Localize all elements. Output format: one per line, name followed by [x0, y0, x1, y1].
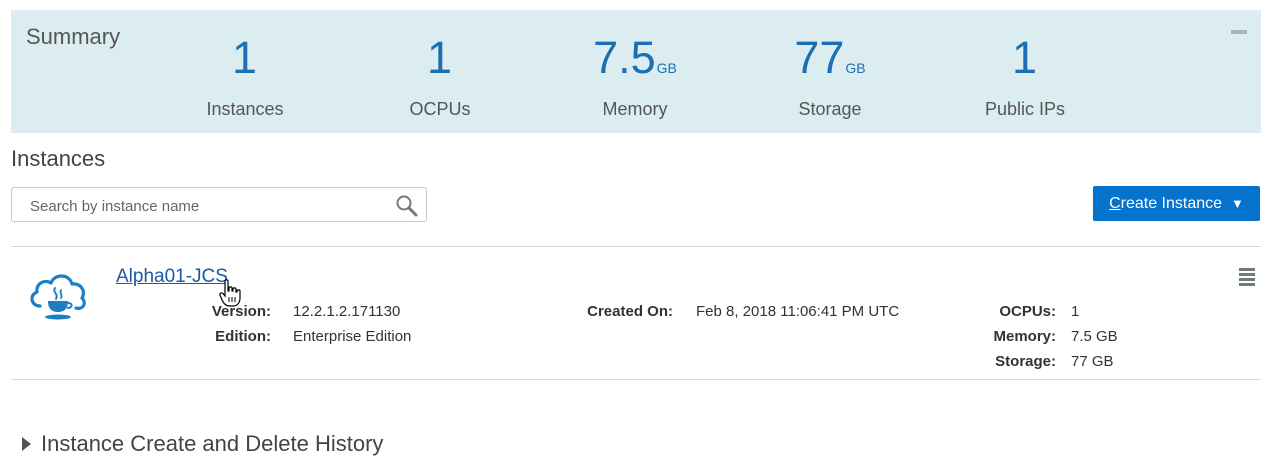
metric-public-ips: 1 Public IPs [945, 32, 1105, 120]
metric-storage: 77GB Storage [750, 32, 910, 120]
metric-unit: GB [845, 60, 866, 76]
metric-memory: 7.5GB Memory [555, 32, 715, 120]
create-instance-mnemonic: C [1109, 194, 1121, 212]
ocpus-value: 1 [1071, 303, 1080, 320]
instances-title: Instances [11, 146, 106, 171]
divider [11, 246, 1261, 247]
memory-label: Memory: [993, 328, 1056, 345]
search-box [11, 187, 427, 222]
metric-label: Instances [206, 99, 284, 119]
divider [11, 379, 1261, 380]
create-instance-label: reate Instance [1120, 194, 1223, 212]
version-value: 12.2.1.2.171130 [293, 303, 401, 320]
edition-label: Edition: [215, 328, 271, 345]
summary-title: Summary [26, 24, 121, 49]
collapse-icon[interactable] [1231, 30, 1247, 34]
created-on-value: Feb 8, 2018 11:06:41 PM UTC [696, 303, 900, 320]
search-input[interactable] [28, 195, 392, 217]
metric-value: 1 [1011, 32, 1038, 83]
metric-unit: GB [656, 60, 677, 76]
ocpus-label: OCPUs: [999, 303, 1056, 320]
metric-ocpus: 1 OCPUs [360, 32, 520, 120]
edition-value: Enterprise Edition [293, 328, 412, 345]
metric-label: Memory [602, 99, 668, 119]
menu-icon[interactable] [1239, 268, 1255, 286]
history-title: Instance Create and Delete History [41, 431, 384, 456]
metric-value: 7.5 [593, 32, 656, 83]
storage-value: 77 GB [1071, 353, 1114, 370]
metric-label: Storage [798, 99, 862, 119]
metric-value: 1 [426, 32, 453, 83]
metric-value: 1 [231, 32, 258, 83]
search-icon[interactable] [395, 194, 419, 218]
create-instance-button[interactable]: Create Instance ▼ [1093, 186, 1260, 221]
version-label: Version: [211, 303, 271, 320]
caret-down-icon: ▼ [1231, 196, 1244, 211]
metric-value: 77 [794, 32, 845, 83]
metric-label: OCPUs [409, 99, 471, 119]
created-on-label: Created On: [587, 303, 673, 320]
expand-triangle-icon [22, 437, 31, 451]
storage-label: Storage: [995, 353, 1056, 370]
cloud-java-icon [30, 274, 86, 320]
metric-label: Public IPs [984, 99, 1066, 119]
history-toggle[interactable]: Instance Create and Delete History [22, 431, 383, 457]
instance-name-link[interactable]: Alpha01-JCS [116, 266, 228, 288]
metric-instances: 1 Instances [165, 32, 325, 120]
memory-value: 7.5 GB [1071, 328, 1118, 345]
summary-panel: Summary 1 Instances 1 OCPUs 7.5GB Memory… [11, 10, 1261, 133]
